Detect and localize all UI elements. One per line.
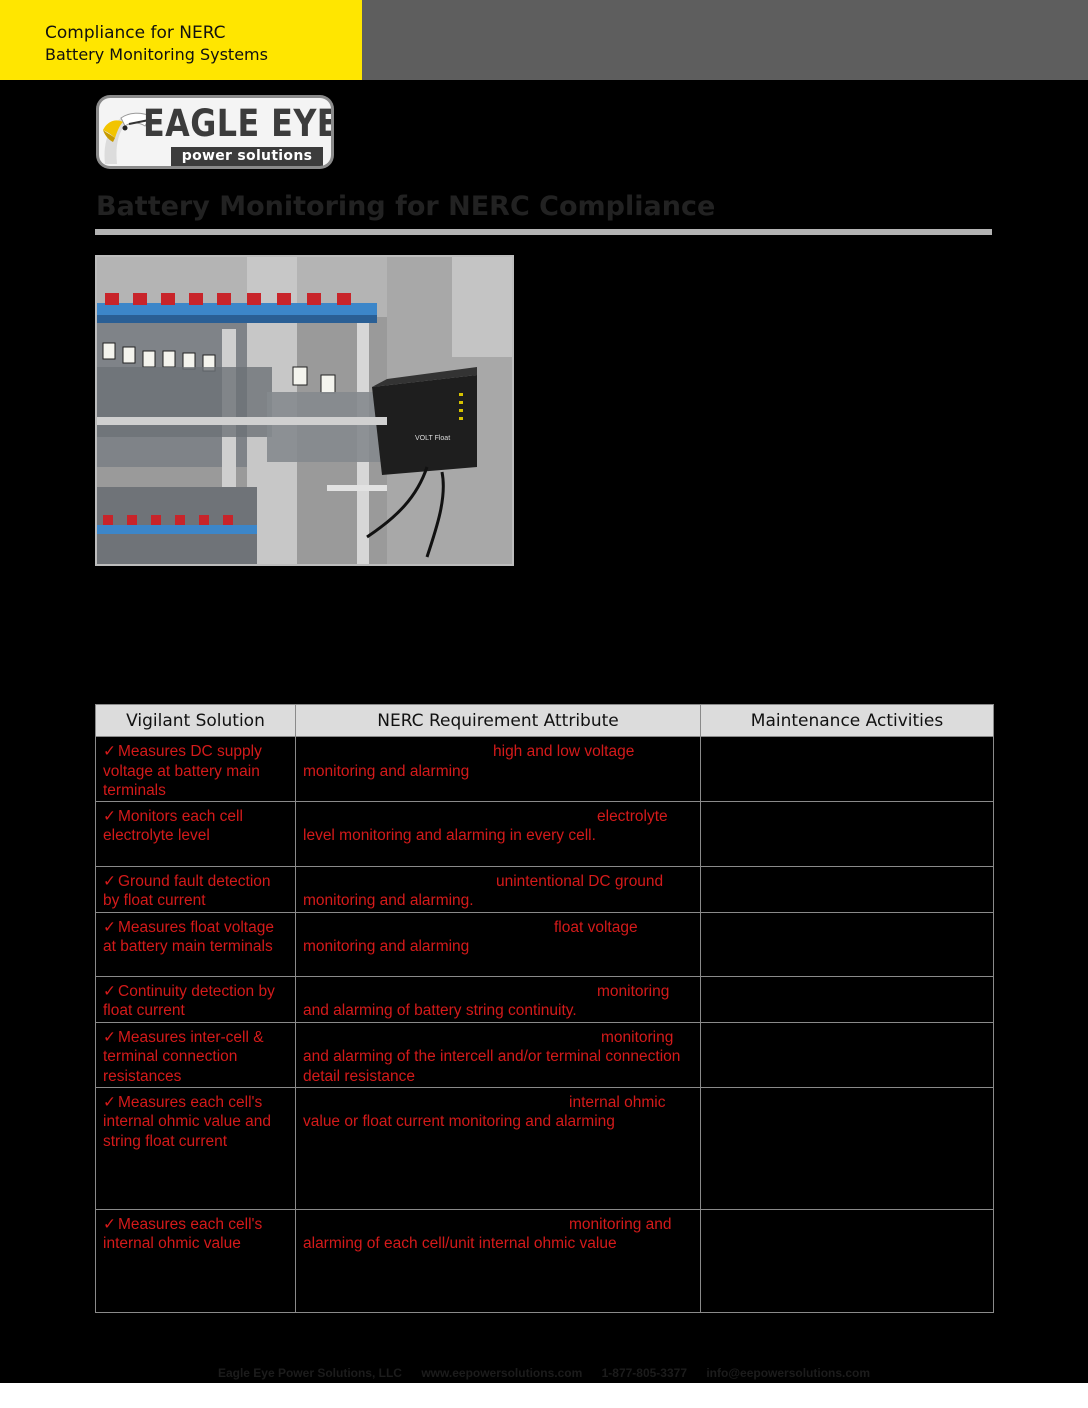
logo-brand-text: EAGLE EYE — [143, 102, 331, 145]
header-nerc-requirement: NERC Requirement Attribute — [295, 704, 701, 737]
requirement-highlight: electrolyte — [597, 807, 668, 825]
header-maintenance-activities: Maintenance Activities — [700, 704, 994, 737]
requirement-cell: monitoring and alarming of the intercell … — [295, 1021, 701, 1088]
footer-email[interactable]: info@eepowersolutions.com — [706, 1366, 870, 1380]
requirement-text: monitoring and alarming — [303, 938, 470, 955]
check-icon: ✓ — [103, 982, 116, 1000]
requirement-highlight: internal ohmic — [569, 1093, 666, 1111]
title-divider — [95, 229, 992, 235]
maintenance-cell — [700, 911, 994, 977]
table-header-row: Vigilant Solution NERC Requirement Attri… — [95, 704, 994, 737]
maintenance-cell — [700, 800, 994, 867]
solution-cell: ✓ Measures each cell's internal ohmic val… — [95, 1086, 296, 1210]
header-line-2: Battery Monitoring Systems — [45, 45, 268, 64]
footer-website[interactable]: www.eepowersolutions.com — [421, 1366, 582, 1380]
requirement-highlight: monitoring and — [569, 1215, 672, 1233]
requirement-cell: monitoring and alarming of each cell/unit… — [295, 1208, 701, 1313]
table-row: ✓ Monitors each cell electrolyte level el… — [95, 800, 994, 867]
requirement-text: value or float current monitoring and al… — [303, 1113, 615, 1130]
check-icon: ✓ — [103, 1215, 116, 1233]
requirement-highlight: high and low voltage — [493, 743, 635, 760]
table-row: ✓ Continuity detection by float current m… — [95, 975, 994, 1023]
requirement-highlight: float voltage — [554, 918, 638, 936]
table-row: ✓ Measures float voltage at battery main … — [95, 911, 994, 977]
requirement-text: monitoring and alarming. — [303, 892, 474, 909]
solution-cell: ✓ Ground fault detection by float current — [95, 865, 296, 913]
check-icon: ✓ — [103, 918, 116, 936]
footer-phone: 1-877-805-3377 — [601, 1366, 687, 1380]
table-row: ✓ Measures inter-cell & terminal connecti… — [95, 1021, 994, 1088]
requirement-cell: high and low voltage monitoring and alarm… — [295, 736, 701, 802]
table-row: ✓ Ground fault detection by float current… — [95, 865, 994, 913]
maintenance-cell — [700, 1021, 994, 1088]
check-icon: ✓ — [103, 807, 116, 825]
solution-cell: ✓ Measures DC supply voltage at battery m… — [95, 736, 296, 802]
footer-contact: Eagle Eye Power Solutions, LLC www.eepow… — [0, 1366, 1088, 1380]
solution-text: Monitors each cell electrolyte level — [103, 807, 243, 845]
requirement-highlight: monitoring — [597, 982, 670, 1000]
battery-rack-photo: VOLT Float — [95, 255, 514, 566]
requirement-highlight: monitoring — [601, 1028, 674, 1046]
requirement-cell: electrolyte level monitoring and alarming… — [295, 800, 701, 867]
requirement-text: and alarming of the intercell and/or ter… — [303, 1048, 681, 1085]
solution-cell: ✓ Measures each cell's internal ohmic val… — [95, 1208, 296, 1313]
table-row: ✓ Measures each cell's internal ohmic val… — [95, 1208, 994, 1313]
table-row: ✓ Measures DC supply voltage at battery m… — [95, 736, 994, 802]
header-vigilant-solution: Vigilant Solution — [95, 704, 296, 737]
table-row: ✓ Measures each cell's internal ohmic val… — [95, 1086, 994, 1210]
check-icon: ✓ — [103, 872, 116, 890]
maintenance-cell — [700, 865, 994, 913]
solution-text: Ground fault detection by float current — [103, 872, 271, 910]
requirement-highlight: unintentional DC ground — [496, 872, 664, 890]
maintenance-cell — [700, 736, 994, 802]
solution-cell: ✓ Continuity detection by float current — [95, 975, 296, 1023]
solution-text: Measures each cell's internal ohmic valu… — [103, 1093, 272, 1150]
solution-cell: ✓ Monitors each cell electrolyte level — [95, 800, 296, 867]
eagle-eye-logo: EAGLE EYE power solutions — [96, 95, 334, 169]
maintenance-cell — [700, 1208, 994, 1313]
maintenance-cell — [700, 1086, 994, 1210]
device-label: VOLT Float — [415, 435, 450, 442]
solution-cell: ✓ Measures float voltage at battery main … — [95, 911, 296, 977]
requirement-cell: monitoring and alarming of battery string… — [295, 975, 701, 1023]
requirement-cell: float voltage monitoring and alarming — [295, 911, 701, 977]
nerc-compliance-table: Vigilant Solution NERC Requirement Attri… — [95, 704, 994, 1313]
maintenance-cell — [700, 975, 994, 1023]
check-icon: ✓ — [103, 1093, 116, 1111]
solution-text: Measures DC supply voltage at battery ma… — [103, 743, 262, 799]
header-line-1: Compliance for NERC — [45, 23, 226, 43]
requirement-text: alarming of each cell/unit internal ohmi… — [303, 1235, 617, 1252]
requirement-text: level monitoring and alarming in every c… — [303, 827, 596, 844]
solution-text: Continuity detection by float current — [103, 982, 275, 1020]
requirement-text: monitoring and alarming — [303, 762, 470, 780]
footer-company: Eagle Eye Power Solutions, LLC — [217, 1366, 402, 1380]
solution-text: Measures each cell's internal ohmic valu… — [103, 1215, 263, 1253]
requirement-cell: unintentional DC ground monitoring and al… — [295, 865, 701, 913]
solution-cell: ✓ Measures inter-cell & terminal connecti… — [95, 1021, 296, 1088]
bottom-strip — [0, 1383, 1088, 1408]
solution-text: Measures float voltage at battery main t… — [103, 918, 274, 956]
header-gray-bar — [362, 0, 1088, 80]
requirement-text: and alarming of battery string continuit… — [303, 1002, 577, 1019]
page-title: Battery Monitoring for NERC Compliance — [96, 191, 716, 222]
check-icon: ✓ — [103, 1028, 116, 1046]
requirement-cell: internal ohmic value or float current mon… — [295, 1086, 701, 1210]
header-yellow-block: Compliance for NERC Battery Monitoring S… — [0, 0, 362, 80]
solution-text: Measures inter-cell & terminal connectio… — [103, 1028, 264, 1085]
check-icon: ✓ — [103, 743, 116, 760]
logo-subtitle: power solutions — [171, 147, 323, 166]
